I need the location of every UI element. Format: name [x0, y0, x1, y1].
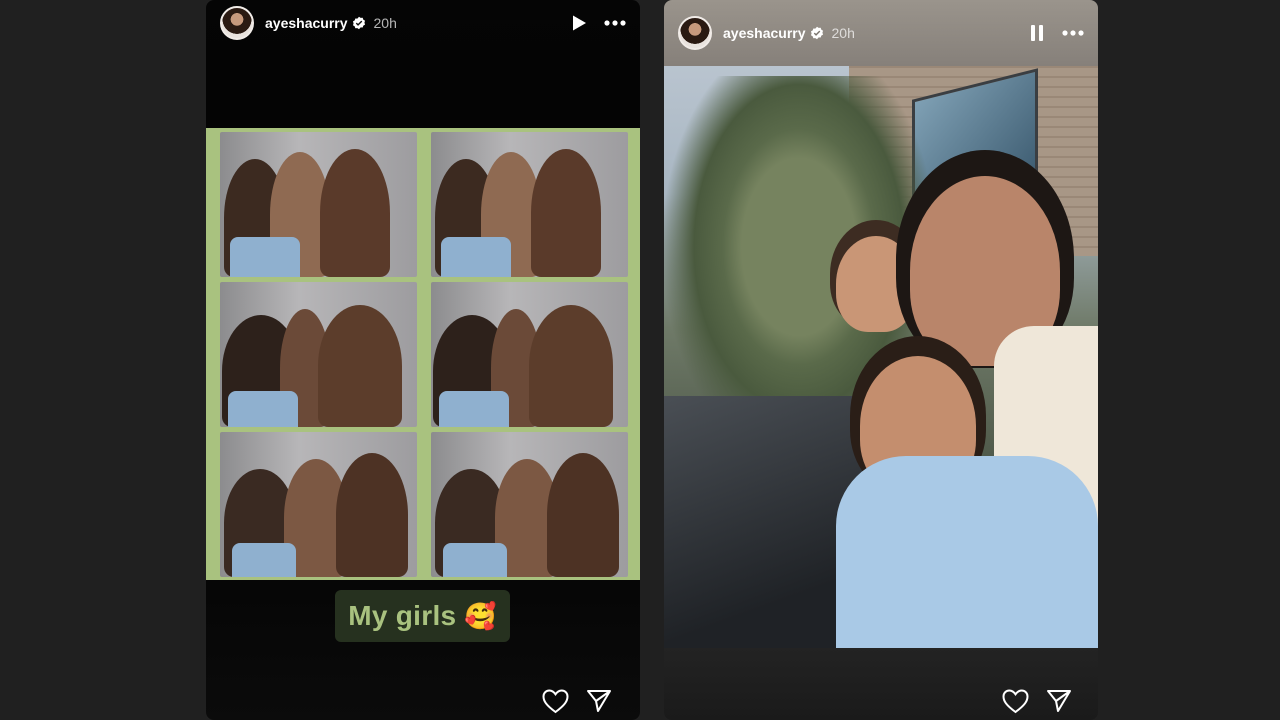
heart-icon: [1001, 688, 1029, 713]
photo-booth-photo: [220, 432, 417, 577]
story-card-selfie[interactable]: ayeshacurry 20h: [664, 0, 1098, 720]
username[interactable]: ayeshacurry: [265, 15, 348, 31]
caption-text: My girls: [348, 600, 457, 631]
more-options-button[interactable]: [1062, 22, 1084, 44]
verified-badge-icon: [810, 26, 823, 40]
smiling-face-with-hearts-emoji: 🥰: [464, 600, 497, 631]
photo-booth-strip: [206, 128, 640, 580]
story-header: ayeshacurry 20h: [664, 0, 1098, 66]
play-button[interactable]: [568, 12, 590, 34]
story-actions: [526, 686, 614, 716]
photo-booth-photo: [431, 132, 628, 277]
more-icon: [604, 20, 626, 26]
photo-booth-photo: [220, 132, 417, 277]
person-back-girl: [836, 236, 916, 332]
send-icon: [1047, 690, 1071, 712]
more-icon: [1062, 30, 1084, 36]
share-button[interactable]: [1044, 686, 1074, 716]
heart-icon: [541, 688, 569, 713]
post-time: 20h: [831, 25, 855, 41]
post-time: 20h: [373, 15, 397, 31]
pause-icon: [1031, 25, 1043, 41]
blue-hoodie: [836, 456, 1098, 648]
more-options-button[interactable]: [604, 12, 626, 34]
like-button[interactable]: [1000, 686, 1030, 716]
verified-badge-icon: [352, 16, 365, 30]
pause-button[interactable]: [1026, 22, 1048, 44]
share-button[interactable]: [584, 686, 614, 716]
story-caption: My girls 🥰: [335, 590, 510, 642]
story-actions: [986, 686, 1074, 716]
story-header: ayeshacurry 20h: [206, 0, 640, 46]
profile-avatar[interactable]: [220, 6, 254, 40]
play-icon: [573, 15, 586, 31]
photo-booth-photo: [431, 282, 628, 427]
username[interactable]: ayeshacurry: [723, 25, 806, 41]
photo-booth-photo: [220, 282, 417, 427]
send-icon: [587, 690, 611, 712]
story-card-photo-booth[interactable]: ayeshacurry 20h My girls 🥰: [206, 0, 640, 720]
story-selfie-photo: [664, 66, 1098, 648]
profile-avatar[interactable]: [678, 16, 712, 50]
photo-booth-photo: [431, 432, 628, 577]
like-button[interactable]: [540, 686, 570, 716]
